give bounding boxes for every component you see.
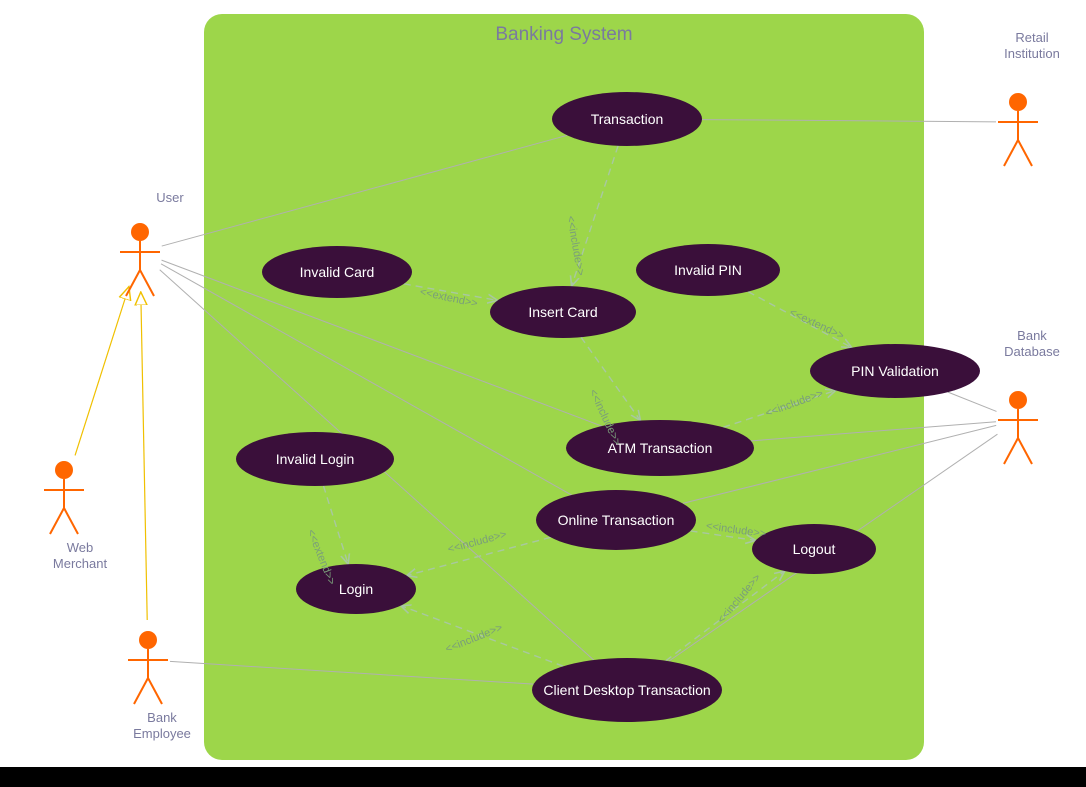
actor-web_merchant[interactable] bbox=[44, 461, 84, 534]
usecase-client_desktop_transaction[interactable]: Client Desktop Transaction bbox=[532, 658, 722, 722]
usecase-invalid_card[interactable]: Invalid Card bbox=[262, 246, 412, 298]
actor-bank_database[interactable] bbox=[998, 391, 1038, 464]
actor-label-retail_institution: RetailInstitution bbox=[992, 30, 1072, 61]
actor-label-web_merchant: WebMerchant bbox=[40, 540, 120, 571]
usecase-login[interactable]: Login bbox=[296, 564, 416, 614]
usecase-online_transaction[interactable]: Online Transaction bbox=[536, 490, 696, 550]
usecase-insert_card[interactable]: Insert Card bbox=[490, 286, 636, 338]
actor-label-user: User bbox=[130, 190, 210, 206]
actor-label-bank_employee: BankEmployee bbox=[122, 710, 202, 741]
bottom-bar bbox=[0, 767, 1086, 787]
system-title: Banking System bbox=[204, 24, 924, 46]
usecase-invalid_login[interactable]: Invalid Login bbox=[236, 432, 394, 486]
assoc-bank_database-pin_validation bbox=[948, 392, 997, 411]
usecase-transaction[interactable]: Transaction bbox=[552, 92, 702, 146]
actor-label-bank_database: BankDatabase bbox=[992, 328, 1072, 359]
actor-retail_institution[interactable] bbox=[998, 93, 1038, 166]
usecase-pin_validation[interactable]: PIN Validation bbox=[810, 344, 980, 398]
usecase-logout[interactable]: Logout bbox=[752, 524, 876, 574]
gen-web_merchant-user bbox=[75, 287, 129, 456]
diagram-canvas: Banking System Transaction Invalid Card In… bbox=[0, 0, 1086, 787]
actor-user[interactable] bbox=[120, 223, 160, 296]
gen-bank_employee-user bbox=[141, 292, 147, 620]
usecase-invalid_pin[interactable]: Invalid PIN bbox=[636, 244, 780, 296]
actor-bank_employee[interactable] bbox=[128, 631, 168, 704]
usecase-atm_transaction[interactable]: ATM Transaction bbox=[566, 420, 754, 476]
